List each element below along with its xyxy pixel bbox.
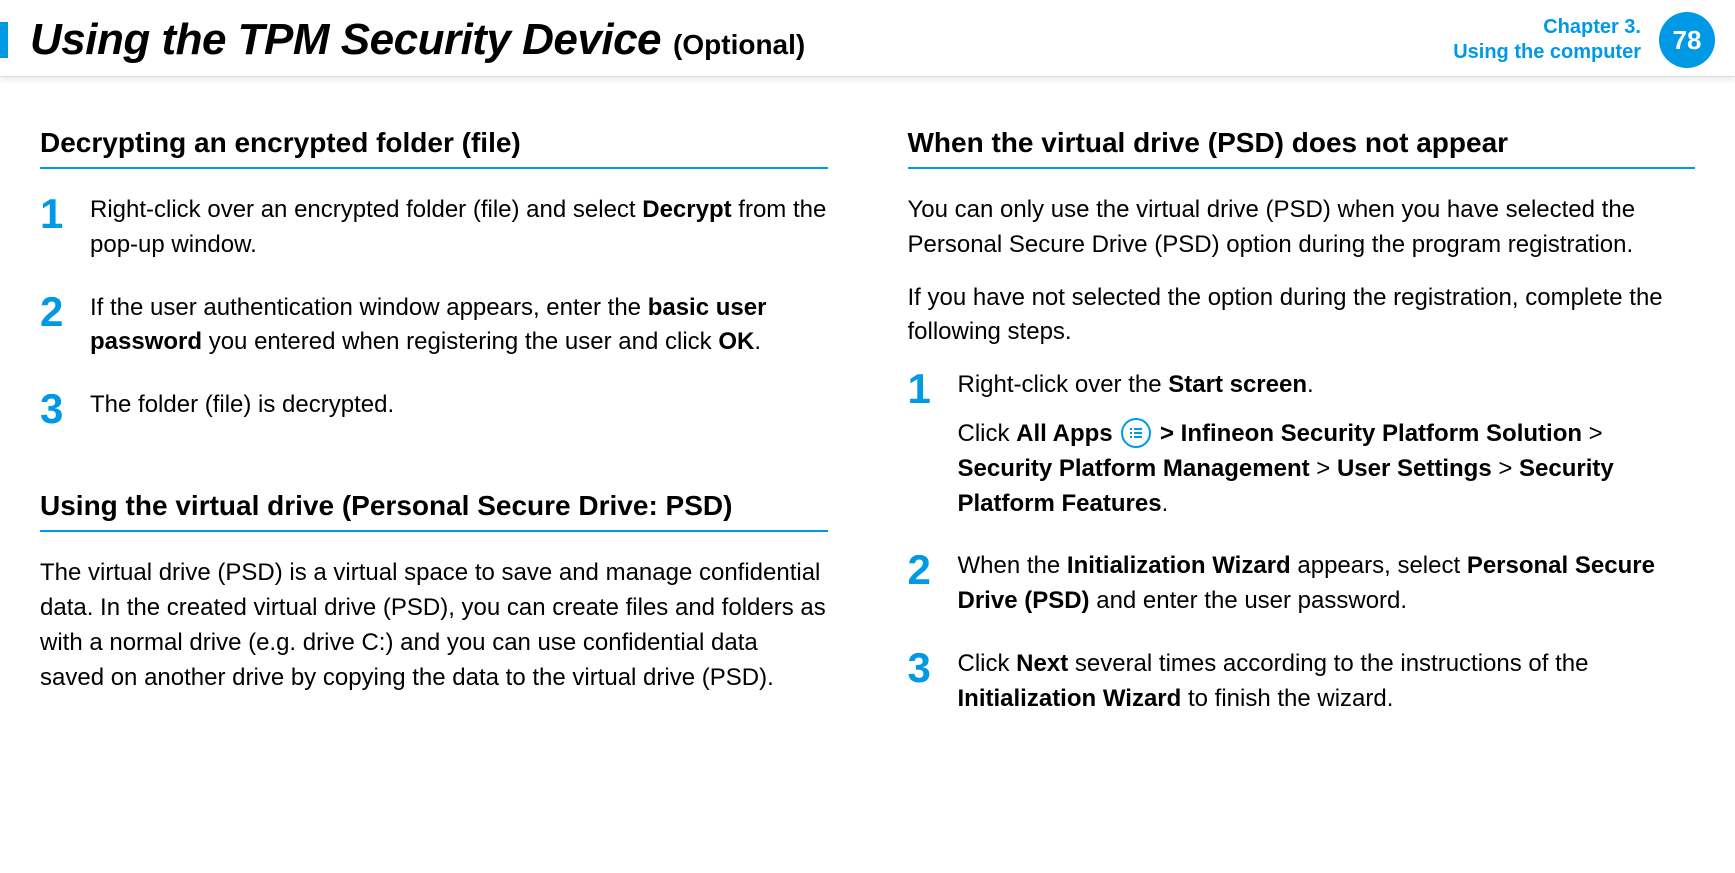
step-number: 2 xyxy=(40,291,68,361)
page-number: 78 xyxy=(1673,25,1702,56)
title-block: Using the TPM Security Device (Optional) xyxy=(30,15,805,65)
step-number: 3 xyxy=(908,647,936,717)
chapter-info: Chapter 3. Using the computer xyxy=(1453,15,1641,65)
psd-step-1: 1 Right-click over the Start screen. Cli… xyxy=(908,368,1696,521)
right-column: When the virtual drive (PSD) does not ap… xyxy=(908,127,1696,745)
header-right: Chapter 3. Using the computer 78 xyxy=(1453,12,1715,68)
step-number: 2 xyxy=(908,549,936,619)
step-text: If the user authentication window appear… xyxy=(90,291,828,361)
psd-missing-p2: If you have not selected the option duri… xyxy=(908,281,1696,351)
section-heading-psd-missing: When the virtual drive (PSD) does not ap… xyxy=(908,127,1696,169)
decrypt-step-1: 1 Right-click over an encrypted folder (… xyxy=(40,193,828,263)
decrypt-step-2: 2 If the user authentication window appe… xyxy=(40,291,828,361)
step-text: Right-click over an encrypted folder (fi… xyxy=(90,193,828,263)
step-text: Right-click over the Start screen. Click… xyxy=(958,368,1696,521)
step-text: Click Next several times according to th… xyxy=(958,647,1696,717)
content-area: Decrypting an encrypted folder (file) 1 … xyxy=(0,77,1735,775)
title-suffix: (Optional) xyxy=(673,29,805,61)
step-text: The folder (file) is decrypted. xyxy=(90,388,394,430)
all-apps-icon xyxy=(1121,418,1151,448)
step-text: When the Initialization Wizard appears, … xyxy=(958,549,1696,619)
section-heading-decrypt: Decrypting an encrypted folder (file) xyxy=(40,127,828,169)
step-subtext: Click All Apps > Infineon Security Platf… xyxy=(958,417,1696,521)
psd-missing-p1: You can only use the virtual drive (PSD)… xyxy=(908,193,1696,263)
psd-intro-paragraph: The virtual drive (PSD) is a virtual spa… xyxy=(40,556,828,695)
step-number: 1 xyxy=(40,193,68,263)
left-column: Decrypting an encrypted folder (file) 1 … xyxy=(40,127,828,745)
psd-step-3: 3 Click Next several times according to … xyxy=(908,647,1696,717)
step-number: 3 xyxy=(40,388,68,430)
step-number: 1 xyxy=(908,368,936,521)
section-heading-psd: Using the virtual drive (Personal Secure… xyxy=(40,490,828,532)
page-number-badge: 78 xyxy=(1659,12,1715,68)
page-header: Using the TPM Security Device (Optional)… xyxy=(0,0,1735,77)
chapter-line1: Chapter 3. xyxy=(1453,15,1641,40)
chapter-line2: Using the computer xyxy=(1453,40,1641,65)
decrypt-step-3: 3 The folder (file) is decrypted. xyxy=(40,388,828,430)
page-title: Using the TPM Security Device xyxy=(30,15,661,65)
psd-step-2: 2 When the Initialization Wizard appears… xyxy=(908,549,1696,619)
